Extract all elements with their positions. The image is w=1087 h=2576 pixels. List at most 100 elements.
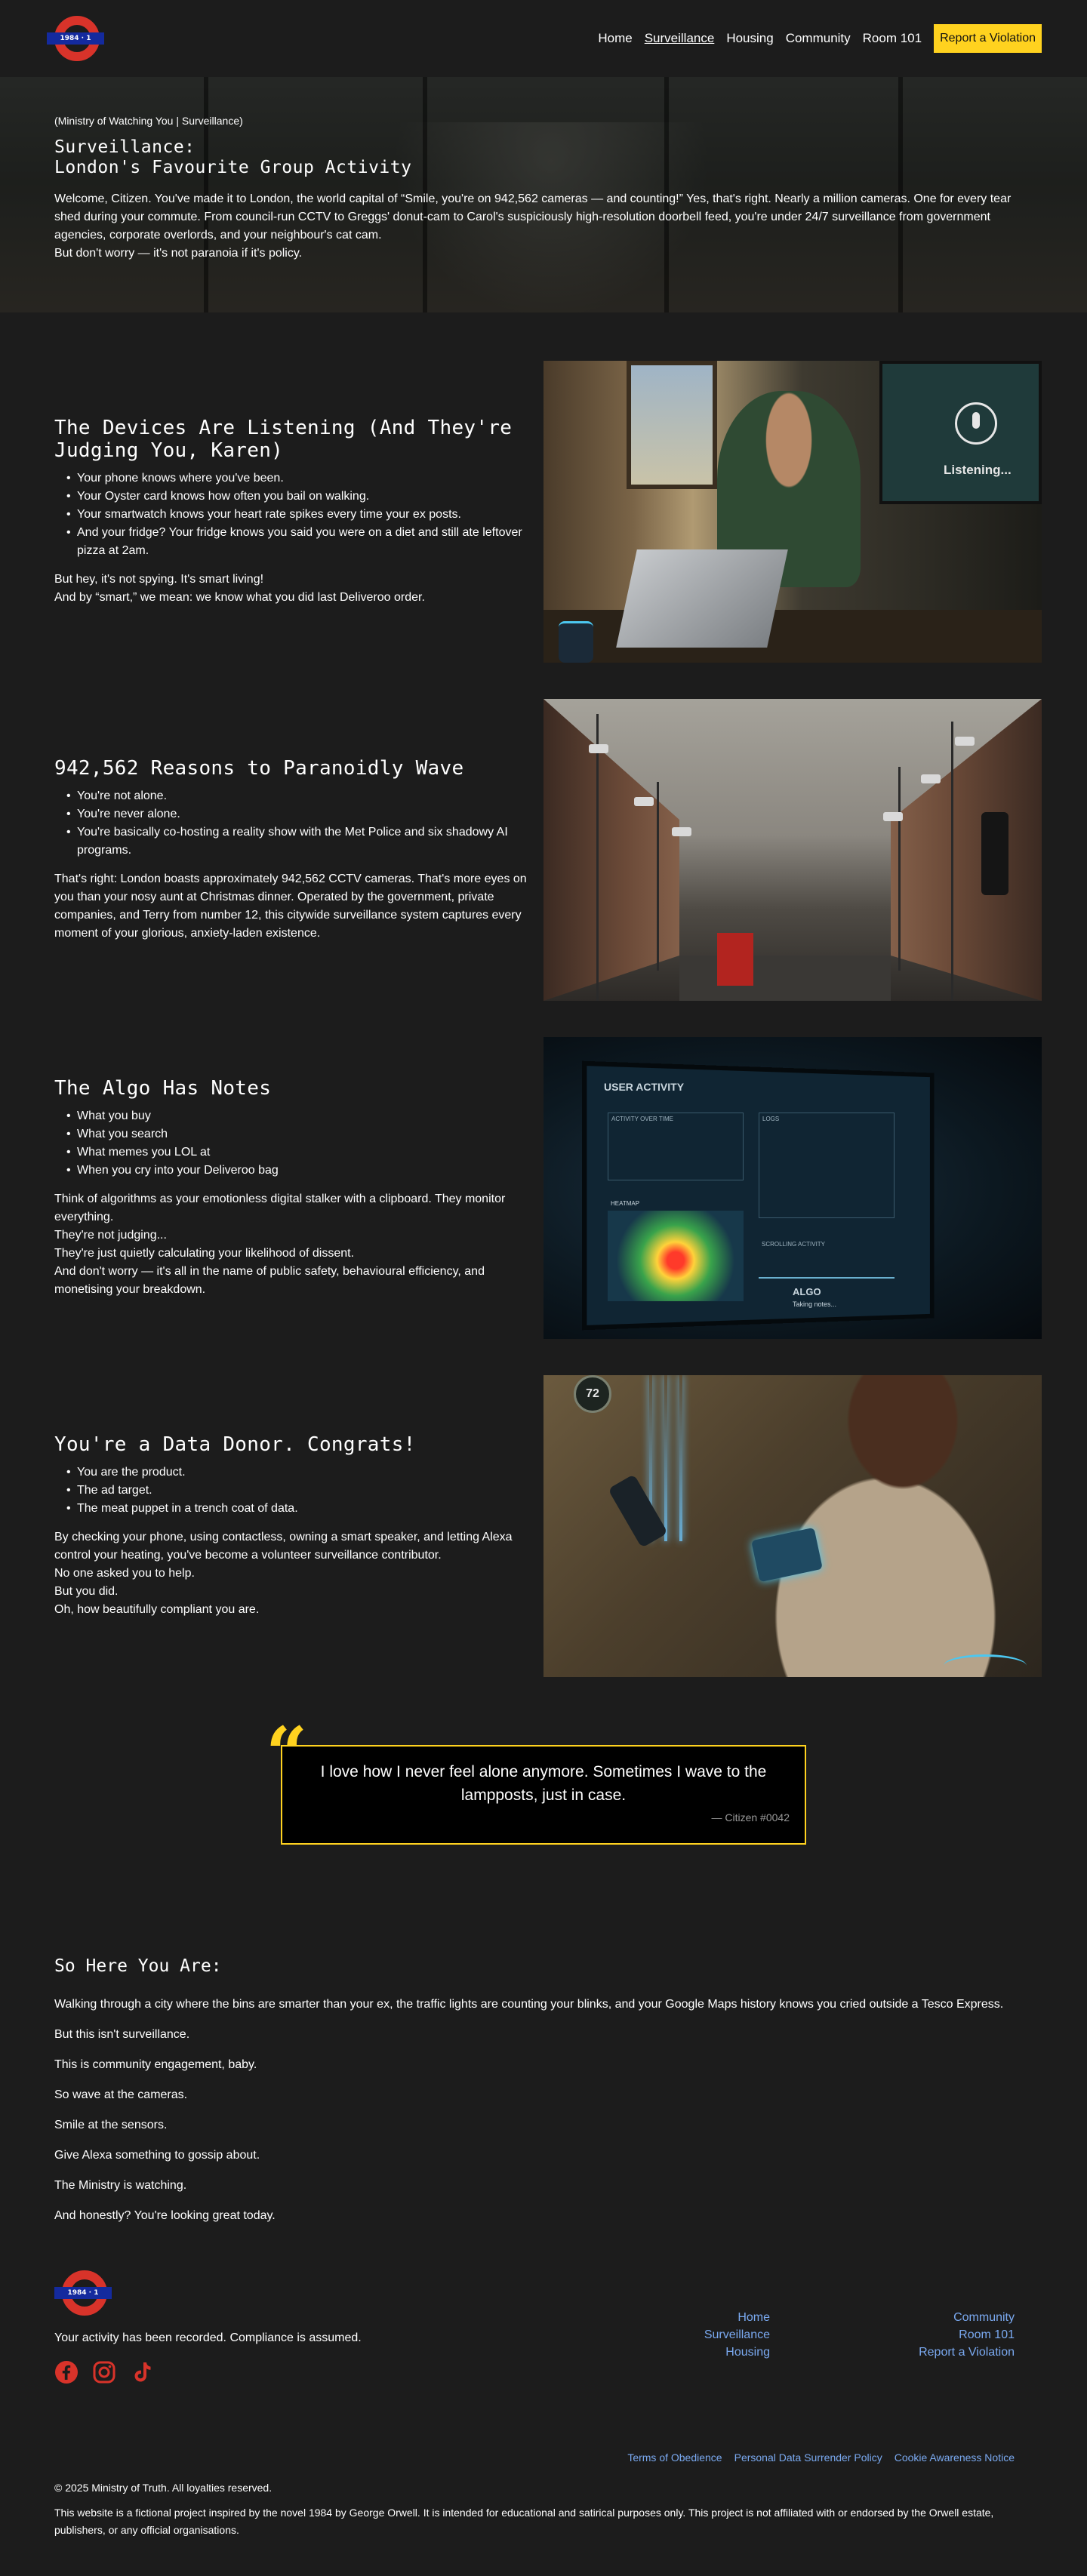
footer-link-surveillance[interactable]: Surveillance: [704, 2326, 770, 2344]
feature-body-line: They're not judging...: [54, 1229, 167, 1242]
feature-title: The Devices Are Listening (And They're J…: [54, 417, 513, 462]
logo-bar: 1984 · 1: [47, 32, 104, 45]
feature-title: 942,562 Reasons to Paranoidly Wave: [54, 757, 464, 780]
summary-paragraph: And honestly? You're looking great today…: [54, 2209, 276, 2222]
red-bus: [717, 933, 753, 986]
list-item: And your fridge? Your fridge knows you s…: [66, 524, 530, 560]
feature-text: The Devices Are Listening (And They're J…: [54, 361, 530, 663]
mug: [944, 1654, 1027, 1677]
facebook-icon[interactable]: [54, 2360, 79, 2384]
thermostat: 72: [574, 1375, 611, 1413]
list-item: You're not alone.: [66, 787, 530, 805]
activity-chart-label: ACTIVITY OVER TIME: [611, 1116, 673, 1122]
logo-bar: 1984 · 1: [54, 2287, 112, 2299]
nav-community[interactable]: Community: [786, 31, 851, 46]
lamp-pole: [657, 782, 659, 971]
building-left: [544, 699, 679, 1001]
instagram-icon[interactable]: [92, 2360, 116, 2384]
footer-link-home[interactable]: Home: [704, 2309, 770, 2326]
summary-paragraph: So wave at the cameras.: [54, 2088, 188, 2101]
man-with-phone: [694, 1375, 1042, 1677]
cctv-camera-icon: [955, 737, 975, 746]
feature-body: By checking your phone, using contactles…: [54, 1528, 530, 1619]
features: The Devices Are Listening (And They're J…: [0, 312, 1087, 2225]
tiktok-icon[interactable]: [130, 2360, 154, 2384]
logs-panel: LOGS: [759, 1113, 895, 1218]
footer-logo[interactable]: 1984 · 1: [54, 2270, 112, 2316]
footer-link-room-101[interactable]: Room 101: [919, 2326, 1015, 2344]
summary-paragraph: The Ministry is watching.: [54, 2179, 187, 2192]
lamp-pole: [951, 722, 953, 1001]
listening-laptop-image: Listening...: [544, 361, 1042, 663]
quote-box: I love how I never feel alone anymore. S…: [281, 1745, 806, 1845]
summary-paragraph: Walking through a city where the bins ar…: [54, 1998, 1004, 2011]
report-violation-button[interactable]: Report a Violation: [934, 24, 1042, 53]
footer-link-housing[interactable]: Housing: [704, 2344, 770, 2361]
summary-paragraph: Smile at the sensors.: [54, 2119, 168, 2131]
list-item: The meat puppet in a trench coat of data…: [66, 1500, 530, 1518]
heatmap: HEATMAP: [608, 1200, 744, 1301]
feature-text: You're a Data Donor. Congrats! You are t…: [54, 1375, 530, 1677]
site-logo[interactable]: 1984 · 1: [47, 16, 104, 61]
list-item: You are the product.: [66, 1463, 530, 1482]
quote-text: I love how I never feel alone anymore. S…: [320, 1763, 767, 1804]
cctv-camera-icon: [921, 774, 941, 783]
traffic-light: [981, 812, 1008, 895]
feature-list: You're not alone. You're never alone. Yo…: [66, 787, 530, 860]
list-item: What you buy: [66, 1107, 530, 1125]
street: [679, 956, 891, 1001]
summary-paragraph: Give Alexa something to gossip about.: [54, 2149, 260, 2162]
footer-nav-col-1: Home Surveillance Housing: [704, 2309, 770, 2361]
feature-body-line: By checking your phone, using contactles…: [54, 1531, 513, 1562]
logs-label: LOGS: [762, 1116, 780, 1122]
terms-link[interactable]: Terms of Obedience: [627, 2451, 722, 2464]
testimonial: I love how I never feel alone anymore. S…: [0, 1713, 1087, 1845]
nav-home[interactable]: Home: [598, 31, 632, 46]
breadcrumb: (Ministry of Watching You | Surveillance…: [54, 115, 243, 127]
list-item: Your smartwatch knows your heart rate sp…: [66, 506, 530, 524]
algo-title: ALGO: [793, 1286, 821, 1297]
footer-nav-col-2: Community Room 101 Report a Violation: [919, 2309, 1015, 2361]
feature-body-line: That's right: London boasts approximatel…: [54, 873, 527, 940]
footer-link-community[interactable]: Community: [919, 2309, 1015, 2326]
list-item: You're never alone.: [66, 805, 530, 823]
feature-body-line: No one asked you to help.: [54, 1567, 195, 1580]
feature-body-line: But you did.: [54, 1585, 119, 1598]
main-nav: Home Surveillance Housing Community Room…: [598, 24, 1042, 53]
cctv-camera-icon: [672, 827, 691, 836]
feature-body: But hey, it's not spying. It's smart liv…: [54, 571, 530, 607]
privacy-policy-link[interactable]: Personal Data Surrender Policy: [734, 2451, 882, 2464]
list-item: Your Oyster card knows how often you bai…: [66, 488, 530, 506]
hero-intro: Welcome, Citizen. You've made it to Lond…: [54, 192, 1012, 242]
feature-list: What you buy What you search What memes …: [66, 1107, 530, 1180]
feature-text: 942,562 Reasons to Paranoidly Wave You'r…: [54, 699, 530, 1001]
feature-body-line: They're just quietly calculating your li…: [54, 1247, 355, 1260]
data-beam: [664, 1375, 667, 1541]
nav-surveillance[interactable]: Surveillance: [645, 31, 715, 46]
site-footer: 1984 · 1 Your activity has been recorded…: [0, 2270, 1087, 2576]
feature-body: Think of algorithms as your emotionless …: [54, 1190, 530, 1299]
feature-title: The Algo Has Notes: [54, 1077, 272, 1100]
smartphone: [608, 1474, 668, 1548]
nav-room-101[interactable]: Room 101: [863, 31, 922, 46]
list-item: What you search: [66, 1125, 530, 1143]
copyright: © 2025 Ministry of Truth. All loyalties …: [54, 2482, 273, 2494]
feature-text: The Algo Has Notes What you buy What you…: [54, 1037, 530, 1339]
feature-data-donor: You're a Data Donor. Congrats! You are t…: [0, 1375, 1087, 1677]
microphone-icon: [955, 402, 997, 445]
lamp-pole: [596, 714, 599, 1001]
hero-section: (Ministry of Watching You | Surveillance…: [0, 77, 1087, 312]
footer-link-report-violation[interactable]: Report a Violation: [919, 2344, 1015, 2361]
disclaimer: This website is a fictional project insp…: [54, 2507, 994, 2536]
cctv-camera-icon: [634, 797, 654, 806]
cctv-street-image: [544, 699, 1042, 1001]
nav-housing[interactable]: Housing: [726, 31, 773, 46]
page-title: Surveillance: London's Favourite Group A…: [54, 137, 1036, 178]
cookie-notice-link[interactable]: Cookie Awareness Notice: [895, 2451, 1015, 2464]
tv-label: Listening...: [944, 463, 1012, 477]
window: [627, 361, 717, 489]
footer-tagline: Your activity has been recorded. Complia…: [54, 2331, 362, 2344]
feature-body-line: Oh, how beautifully compliant you are.: [54, 1603, 260, 1616]
quote-citation: — Citizen #0042: [711, 1811, 790, 1824]
hero-tagline: But don't worry — it's not paranoia if i…: [54, 247, 303, 260]
